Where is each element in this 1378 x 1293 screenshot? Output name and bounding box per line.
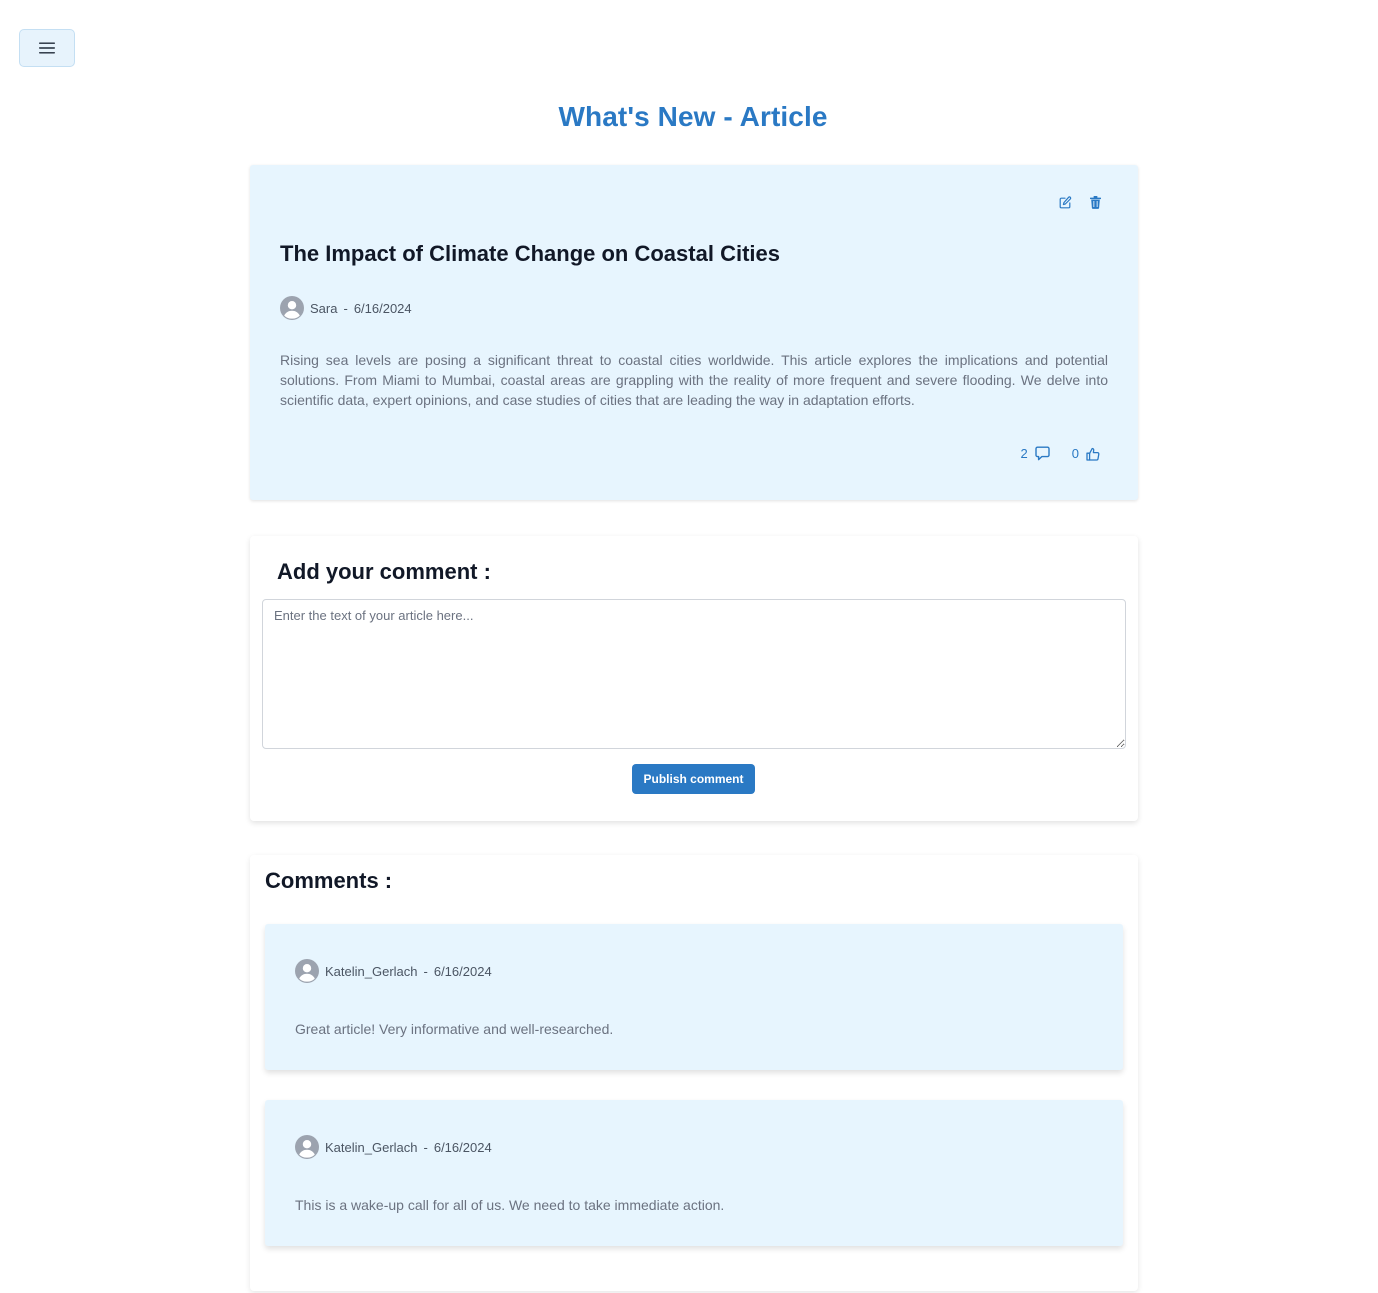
user-avatar-icon (295, 959, 319, 983)
comment-meta: Katelin_Gerlach - 6/16/2024 (295, 1135, 492, 1159)
comment-author: Katelin_Gerlach (325, 1139, 418, 1155)
article-card: The Impact of Climate Change on Coastal … (250, 165, 1138, 500)
comment-icon (1035, 446, 1050, 461)
add-comment-heading: Add your comment : (277, 559, 491, 584)
user-avatar-icon (280, 296, 304, 320)
comment-date: 6/16/2024 (433, 963, 492, 979)
comment-text: This is a wake-up call for all of us. We… (295, 1197, 725, 1213)
thumbs-up-icon (1086, 447, 1100, 461)
meta-separator: - (423, 1139, 428, 1155)
delete-article-button[interactable] (1088, 194, 1102, 210)
trash-icon (1089, 195, 1101, 209)
article-actions (1058, 194, 1102, 210)
article-page: What's New - Article The Impact of Clima (0, 0, 1378, 1293)
edit-article-button[interactable] (1058, 194, 1072, 210)
meta-separator: - (423, 963, 428, 979)
article-title: The Impact of Climate Change on Coastal … (280, 241, 780, 266)
like-button[interactable]: 0 (1072, 446, 1100, 461)
comments-heading: Comments : (265, 868, 393, 893)
publish-comment-button[interactable]: Publish comment (632, 764, 755, 794)
comment-meta: Katelin_Gerlach - 6/16/2024 (295, 959, 492, 983)
comment-text: Great article! Very informative and well… (295, 1021, 614, 1037)
comments-section: Comments : Katelin_Gerlach - 6/16/2024 G… (250, 855, 1138, 1291)
like-count: 0 (1071, 446, 1079, 461)
comment-card: Katelin_Gerlach - 6/16/2024 Great articl… (265, 924, 1123, 1070)
user-avatar-icon (295, 1135, 319, 1159)
meta-separator: - (343, 300, 348, 316)
menu-button[interactable] (19, 29, 75, 67)
page-title: What's New - Article (558, 101, 828, 132)
comments-count-button[interactable]: 2 (1021, 446, 1050, 461)
comment-author: Katelin_Gerlach (325, 963, 418, 979)
comment-card: Katelin_Gerlach - 6/16/2024 This is a wa… (265, 1100, 1123, 1246)
article-author: Sara (310, 300, 338, 316)
comment-count: 2 (1020, 446, 1028, 461)
add-comment-form: Add your comment : Publish comment (250, 536, 1138, 821)
article-stats: 2 0 (1021, 446, 1100, 461)
comment-textarea[interactable] (262, 599, 1126, 749)
edit-icon (1059, 195, 1071, 208)
article-date: 6/16/2024 (353, 300, 412, 316)
article-body: Rising sea levels are posing a significa… (280, 352, 1108, 408)
hamburger-menu-icon (39, 42, 55, 54)
comment-date: 6/16/2024 (433, 1139, 492, 1155)
article-meta: Sara - 6/16/2024 (280, 296, 412, 320)
